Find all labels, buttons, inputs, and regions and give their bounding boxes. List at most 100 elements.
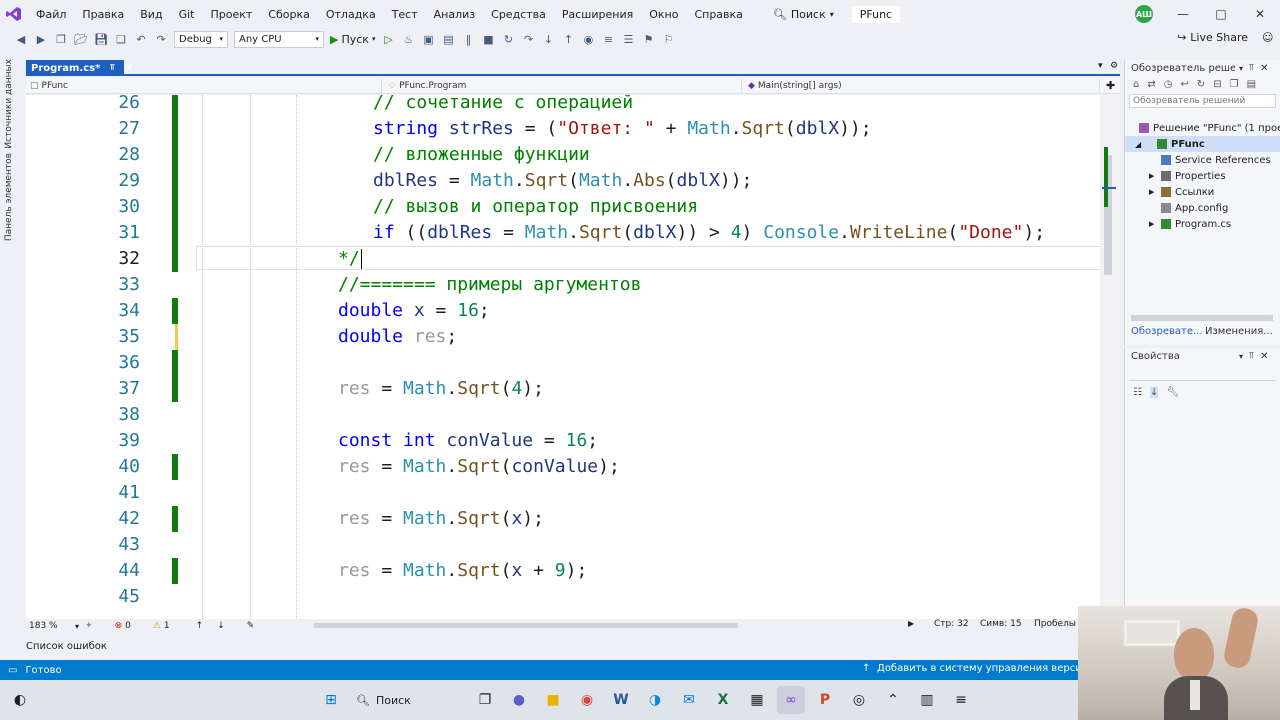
health-icon[interactable]: ✦ [85, 621, 93, 631]
start-without-debug-icon[interactable]: ▷ [381, 32, 395, 46]
error-list-tab[interactable]: Список ошибок [0, 638, 1080, 654]
restart-icon[interactable]: ↻ [501, 32, 515, 46]
step-over-icon[interactable]: ↷ [521, 32, 535, 46]
stop-icon[interactable]: ■ [481, 32, 495, 46]
menu-item[interactable]: Проект [202, 8, 260, 21]
class-dropdown[interactable]: ♢ PFunc.Program [384, 79, 742, 93]
open-folder-icon[interactable]: 📂︎ [74, 32, 88, 46]
menu-item[interactable]: Сборка [260, 8, 318, 21]
menu-item[interactable]: Отладка [318, 8, 384, 21]
horizontal-scrollbar-thumb[interactable] [314, 623, 738, 628]
step-into-icon[interactable]: ↓ [541, 32, 555, 46]
tab-overflow-icon[interactable]: ▾ [1098, 61, 1103, 71]
tray-chevron-icon[interactable]: ⌃ [879, 686, 907, 714]
refresh-icon[interactable]: ↻ [1197, 79, 1205, 90]
tree-item[interactable]: Service References [1149, 152, 1271, 168]
copy-icon[interactable]: ❐ [1230, 79, 1239, 90]
visual-studio-icon[interactable]: ∞ [777, 686, 805, 714]
code-line[interactable]: 28 // вложенные функции [26, 142, 1120, 168]
code-line[interactable]: 32 */ [26, 246, 1120, 272]
sync-icon[interactable]: ⇄ [1147, 79, 1155, 90]
hot-reload-icon[interactable]: ♨ [401, 32, 415, 46]
member-dropdown[interactable]: ◆ Main(string[] args) [744, 79, 1100, 93]
publish-icon[interactable]: ▣ [421, 32, 435, 46]
redo-icon[interactable]: ↷ [154, 32, 168, 46]
vertical-scrollbar[interactable] [1100, 95, 1120, 619]
home-icon[interactable]: ⌂ [1133, 79, 1139, 90]
format-icon[interactable]: ≡ [601, 32, 615, 46]
tray-app-icon[interactable]: ▥ [913, 686, 941, 714]
code-line[interactable]: 41 [26, 480, 1120, 506]
zoom-level[interactable]: 183 % [29, 621, 75, 631]
save-icon[interactable]: 💾︎ [94, 32, 108, 46]
spaces-indicator[interactable]: Пробелы [1034, 619, 1076, 629]
tree-item[interactable]: ▶ Program.cs [1149, 216, 1231, 232]
menu-item[interactable]: Git [171, 8, 203, 21]
close-icon[interactable]: ✕ [1260, 63, 1268, 74]
taskbar-search[interactable]: 🔍︎ Поиск [348, 687, 468, 713]
code-editor[interactable]: 26 // сочетание с операцией 27 string strRe… [26, 95, 1120, 619]
code-line[interactable]: 27 string strRes = ("Ответ: " + Math.Sqrt… [26, 116, 1120, 142]
pin-icon[interactable]: ⫪ [1249, 351, 1254, 361]
configuration-select[interactable]: Debug ▾ [174, 30, 228, 48]
code-line[interactable]: 31 if ((dblRes = Math.Sqrt(dblX)) > 4) Co… [26, 220, 1120, 246]
menu-item[interactable]: Правка [74, 8, 132, 21]
arrow-up-icon[interactable]: ↑ [196, 621, 204, 631]
chevron-down-icon[interactable]: ▾ [1239, 64, 1243, 73]
menu-item[interactable]: Файл [28, 8, 74, 21]
tab-data-sources[interactable]: Источники данных [4, 59, 14, 149]
close-icon[interactable]: ✕ [125, 63, 133, 74]
file-explorer-icon[interactable]: ■ [539, 686, 567, 714]
properties-icon[interactable]: ▤ [1247, 79, 1256, 90]
powerpoint-icon[interactable]: P [811, 686, 839, 714]
search-box[interactable]: 🔍︎ Поиск ▾ [765, 8, 842, 21]
menu-item[interactable]: Окно [641, 8, 686, 21]
save-all-icon[interactable]: ❑ [114, 32, 128, 46]
expand-icon[interactable]: ◢ [1135, 140, 1157, 149]
tree-item[interactable]: App.config [1149, 200, 1228, 216]
bookmark-prev-icon[interactable]: ⚐ [661, 32, 675, 46]
code-line[interactable]: 42 res = Math.Sqrt(x); [26, 506, 1120, 532]
code-line[interactable]: 26 // сочетание с операцией [26, 95, 1120, 116]
teams-icon[interactable]: ● [505, 686, 533, 714]
scroll-right-icon[interactable]: ▶ [908, 619, 914, 628]
chrome-icon[interactable]: ◉ [573, 686, 601, 714]
arrow-down-icon[interactable]: ↓ [217, 621, 225, 631]
menu-item[interactable]: Вид [132, 8, 170, 21]
code-line[interactable]: 45 [26, 584, 1120, 610]
expand-arrow-icon[interactable]: ▶ [1149, 188, 1161, 196]
bookmark-icon[interactable]: ⚑ [641, 32, 655, 46]
pause-icon[interactable]: ‖ [461, 32, 475, 46]
new-project-icon[interactable]: ❐ [54, 32, 68, 46]
recorder-icon[interactable]: ◎ [845, 686, 873, 714]
tab-program-cs[interactable]: Program.cs* ⫪ ✕ [26, 60, 133, 76]
forward-icon[interactable]: ▶ [34, 32, 48, 46]
minimize-button[interactable]: — [1173, 4, 1193, 24]
code-line[interactable]: 40 res = Math.Sqrt(conValue); [26, 454, 1120, 480]
code-line[interactable]: 39 const int conValue = 16; [26, 428, 1120, 454]
network-icon[interactable]: ≡ [947, 686, 975, 714]
expand-arrow-icon[interactable]: ▶ [1149, 220, 1161, 228]
code-line[interactable]: 30 // вызов и оператор присвоения [26, 194, 1120, 220]
step-out-icon[interactable]: ↑ [561, 32, 575, 46]
breakpoint-icon[interactable]: ◉ [581, 32, 595, 46]
menu-item[interactable]: Тест [384, 8, 426, 21]
back-icon[interactable]: ◀ [14, 32, 28, 46]
alphabetical-icon[interactable]: ↓ [1149, 387, 1159, 398]
history-icon[interactable]: ◷ [1164, 79, 1173, 90]
close-window-button[interactable]: ✕ [1250, 4, 1270, 24]
categorized-icon[interactable]: ☷ [1133, 387, 1142, 398]
menu-item[interactable]: Справка [686, 8, 750, 21]
task-view-icon[interactable]: ❐ [471, 686, 499, 714]
chevron-down-icon[interactable]: ▾ [1239, 352, 1243, 361]
pin-icon[interactable]: ⫪ [110, 63, 115, 73]
tab-git-changes[interactable]: Изменения... [1205, 326, 1273, 337]
wrench-icon[interactable]: 🔧︎ [1166, 387, 1179, 398]
back-icon[interactable]: ↩ [1180, 79, 1188, 90]
tab-solution-explorer[interactable]: Обозревате... [1125, 326, 1203, 337]
properties-object-select[interactable] [1129, 367, 1276, 381]
code-line[interactable]: 29 dblRes = Math.Sqrt(Math.Abs(dblX)); [26, 168, 1120, 194]
tree-solution[interactable]: Решение "PFunc" (1 проект [1139, 120, 1280, 136]
comment-icon[interactable]: ☰ [621, 32, 635, 46]
avatar[interactable]: АШ [1135, 5, 1153, 23]
